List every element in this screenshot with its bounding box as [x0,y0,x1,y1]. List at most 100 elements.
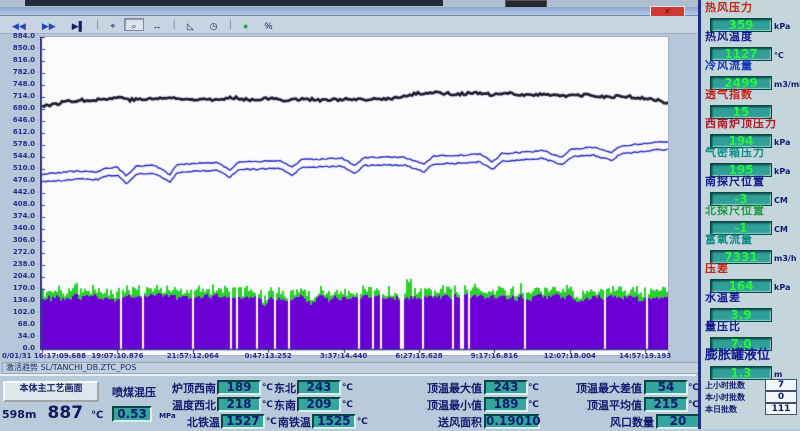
coal-injection-value-row: 0.53 MPa [112,403,176,422]
stat-value-box: 54 [644,380,688,395]
y-tick-label: 544.0 [0,152,35,160]
toolbar-fast-forward-icon[interactable]: ▶▶ [35,18,63,31]
gauge-value-row: 7331m3/h [705,246,798,261]
furnace-temp-row: 温度 西北218℃ 东南209℃ [172,396,369,413]
stat-value-box: 0.19010 [484,414,540,429]
x-tick-label: 19:07:10.876 [91,352,143,360]
gauge-label: 冷风流量 [705,59,798,72]
temp-value-box: 209 [297,397,341,412]
window-title-band [0,7,700,16]
counter-label: 上小时批数 [705,380,757,391]
coal-injection-value: 0.53 [112,406,152,422]
y-tick-label: 272.0 [0,248,35,256]
y-tick-label: 646.0 [0,116,35,124]
toolbar-separator: | [229,19,232,30]
stat-value-box: 20 [656,414,700,429]
toolbar-expand-horizontal-icon[interactable]: ↔ [146,18,169,31]
gauge-value-row: 1.3m [705,362,798,377]
background-window-strip [0,0,700,16]
gauge-expansion-tank-level: 膨胀罐液位1.3m [705,349,798,377]
gauge-unit: CM [774,196,788,205]
gauge-unit: m [774,370,782,379]
gauge-value-row: 3.9 [705,304,798,319]
gauge-water-temp-diff: 水温差3.9 [705,291,798,319]
y-tick-label: 204.0 [0,272,35,280]
toolbar-clock-icon[interactable]: ◷ [203,18,225,31]
batch-counters: 上小时批数7本小时批数0本日批数111 [705,379,798,415]
gauge-value-row: -3CM [705,188,798,203]
gauge-value-row: 1127℃ [705,43,798,58]
y-tick-label: 714.0 [0,92,35,100]
gauge-flow-pressure-ratio: 量压比7.0 [705,320,798,348]
toolbar-zoom-tool-icon[interactable]: ⌕ [124,18,143,31]
gauge-value-row: 2499m3/mi [705,72,798,87]
gauge-unit: kPa [774,138,790,147]
y-tick-label: 0.0 [0,344,35,352]
temp-value-box: 243 [297,380,341,395]
stat-value-box: 215 [644,397,688,412]
x-tick-label: 12:07:18.004 [544,352,596,360]
y-tick-label: 136.0 [0,296,35,304]
position-label: 东北 [274,380,296,396]
gauge-sw-top-pressure: 西南炉顶压力194kPa [705,117,798,145]
gauge-label: 西南炉顶压力 [705,117,798,130]
toolbar-separator: | [96,19,99,30]
toolbar-percent-icon[interactable]: % [257,18,279,31]
gauge-label: 富氧流量 [705,233,798,246]
stat-unit: ℃ [528,400,540,410]
gauge-value-row: 15 [705,101,798,116]
position-label: 西北 [194,397,216,413]
top-temp-stats-grid: 顶温最大值243℃顶温最大差值54℃顶温最小值189℃顶温平均值215℃送风面积… [400,379,712,430]
bottom-readings-panel: 本体主工艺画面 598m 887 ℃ 喷煤混压 0.53 MPa 炉顶 西南18… [0,374,696,431]
stat-label: 风口数量 [566,414,654,430]
gauge-label: 膨胀罐液位 [705,349,798,362]
y-tick-label: 374.0 [0,212,35,220]
toolbar-skip-to-end-icon[interactable]: ▶▌ [65,18,92,31]
gauge-sidebar: 热风压力359kPa热风温度1127℃冷风流量2499m3/mi透气指数15西南… [698,0,800,429]
position-label: 东南 [274,397,296,413]
x-tick-label: 14:57:19.193 [619,352,671,360]
iron-label: 北铁温 [172,414,220,430]
gauge-value-row: 164kPa [705,275,798,290]
stat-label: 顶温最大值 [400,380,482,396]
x-tick-label: 0/01/31 16:17:09.688 [2,352,86,360]
stats-row: 顶温最小值189℃顶温平均值215℃ [400,396,712,413]
y-tick-label: 306.0 [0,236,35,244]
toolbar-zoom-range-icon[interactable]: ⌖ [103,18,122,31]
toolbar-separator: | [173,19,176,30]
gauge-pressure-diff: 压差164kPa [705,262,798,290]
gauge-value-box: 1.3 [710,366,772,380]
y-tick-label: 68.0 [0,320,35,328]
hmi-trend-screen: { "window": { "close": "✕" }, "toolbar":… [0,0,800,429]
stat-label: 送风面积 [400,414,482,430]
gauge-value-row: 7.0 [705,333,798,348]
x-axis-labels: 0/01/31 16:17:09.68819:07:10.87621:57:12… [40,352,696,362]
temp-value-box: 189 [217,380,261,395]
gauge-label: 气密箱压力 [705,146,798,159]
gauge-north-probe-position: 北探尺位置-1CM [705,204,798,232]
y-tick-label: 612.0 [0,128,35,136]
gauge-unit: kPa [774,283,790,292]
temp-unit: ℃ [342,383,354,393]
coal-injection-label: 喷煤混压 [112,384,156,400]
stat-value-box: 243 [484,380,528,395]
gauge-unit: m3/h [774,254,797,263]
toolbar-ramp-icon[interactable]: ◺ [180,18,201,31]
y-axis-labels: 884.0850.0816.0782.0748.0714.0680.0646.0… [0,36,37,352]
temp-unit: ℃ [357,417,369,427]
temperature-value: 887 [48,403,84,423]
stockline-depth-temp: 598m 887 ℃ [2,403,103,423]
x-tick-label: 21:57:12.064 [167,352,219,360]
main-process-screen-button[interactable]: 本体主工艺画面 [3,381,99,402]
toolbar-status-lamp-icon[interactable]: ● [236,18,255,31]
gauge-value-row: 195kPa [705,159,798,174]
counter-this-hour-batches: 本小时批数0 [705,391,798,403]
stat-label: 顶温平均值 [554,397,642,413]
trend-chart-area: 884.0850.0816.0782.0748.0714.0680.0646.0… [0,34,696,374]
gauge-label: 南探尺位置 [705,175,798,188]
toolbar-rewind-icon[interactable]: ◀◀ [5,18,33,31]
stats-row: 送风面积0.19010 风口数量20 [400,413,712,430]
gauge-label: 热风压力 [705,1,798,14]
gauge-unit: kPa [774,167,790,176]
gauge-permeability-index: 透气指数15 [705,88,798,116]
